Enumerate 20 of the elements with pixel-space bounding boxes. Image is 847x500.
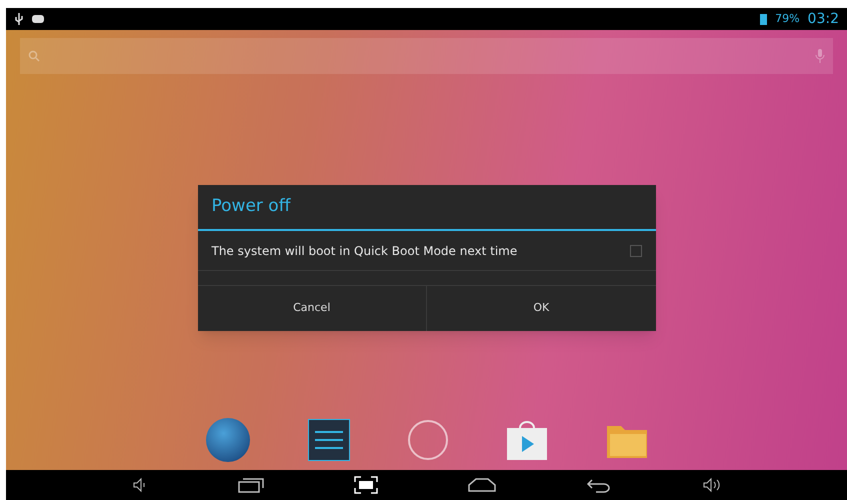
dialog-button[interactable]: Cancel — [198, 286, 426, 331]
volume-down-icon[interactable] — [132, 477, 148, 493]
usb-icon — [14, 12, 24, 26]
screenshot-icon[interactable] — [354, 476, 378, 494]
settings-app-icon[interactable] — [308, 419, 350, 461]
back-icon[interactable] — [586, 477, 612, 493]
dialog-title: Power off — [198, 185, 656, 231]
microphone-icon — [815, 49, 825, 63]
option-label: The system will boot in Quick Boot Mode next time — [212, 242, 518, 260]
home-icon[interactable] — [468, 478, 496, 492]
volume-up-icon[interactable] — [702, 477, 722, 493]
recent-apps-icon[interactable] — [238, 477, 264, 493]
quick-boot-option[interactable]: The system will boot in Quick Boot Mode next time — [198, 231, 656, 271]
store-bag-icon[interactable] — [506, 420, 548, 460]
battery-percent: 79% — [775, 10, 800, 27]
battery-icon — [760, 13, 768, 25]
search-icon — [28, 50, 40, 62]
dialog-button[interactable]: OK — [426, 286, 656, 331]
clock-time: 03:2 — [808, 10, 839, 28]
checkbox[interactable] — [630, 244, 642, 256]
